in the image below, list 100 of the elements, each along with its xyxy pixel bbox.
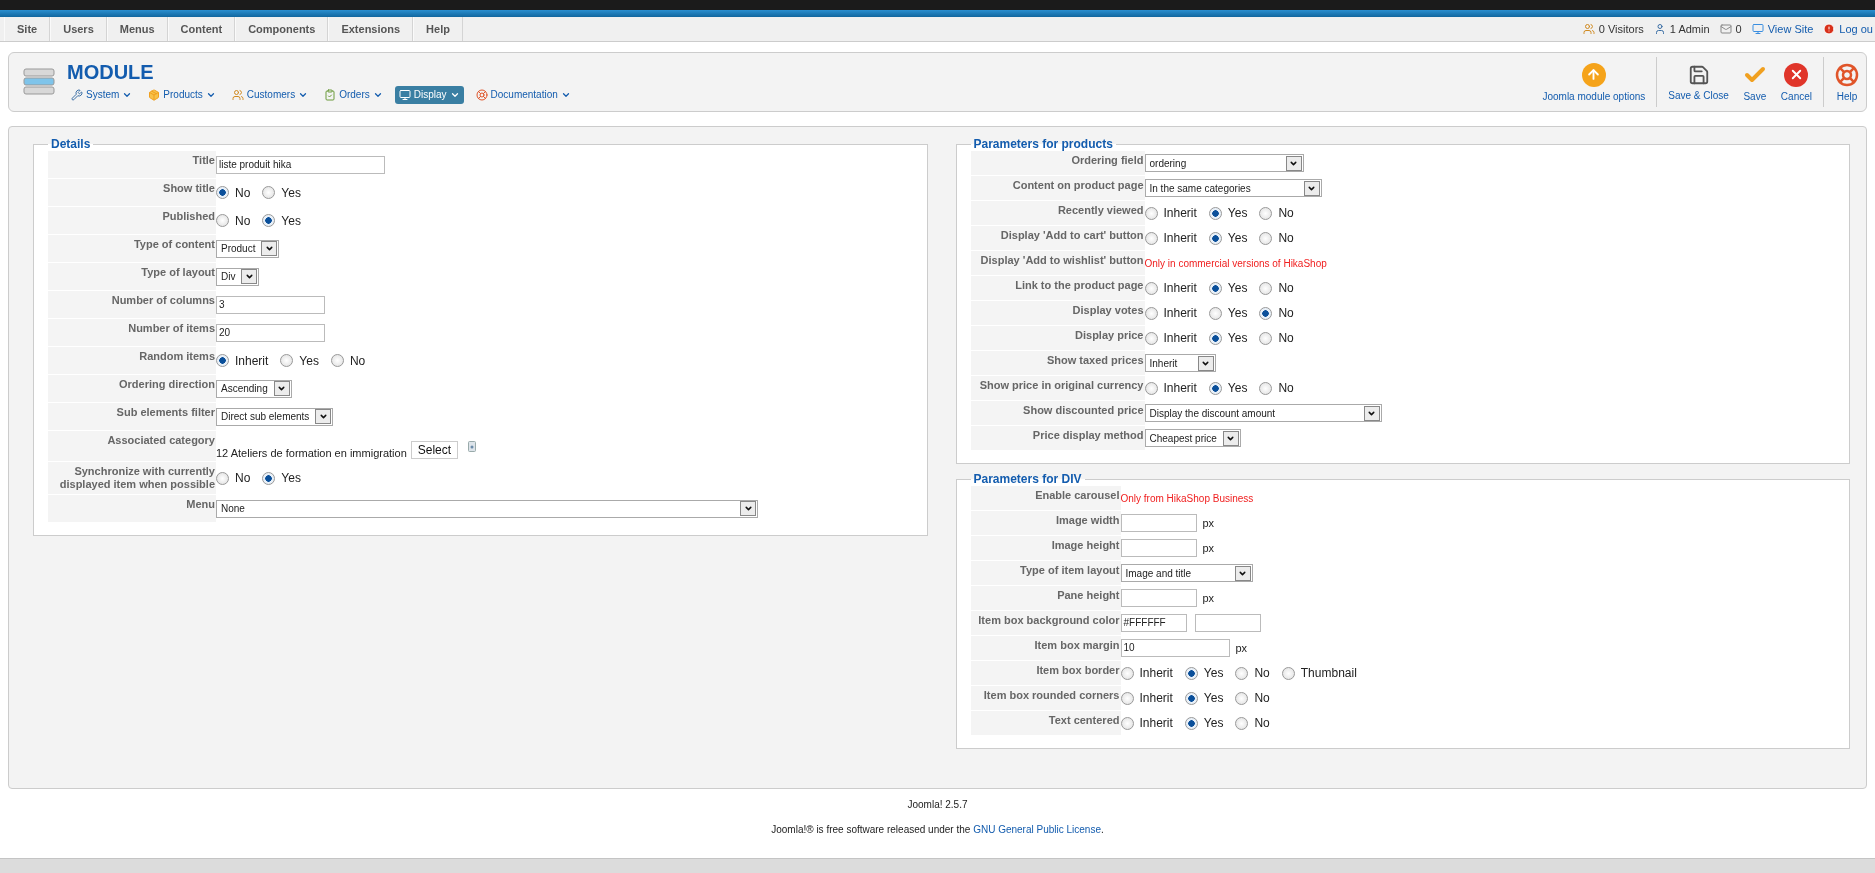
radio-button[interactable] xyxy=(1259,206,1273,220)
submenu-item[interactable]: Display xyxy=(394,85,464,104)
users-icon xyxy=(231,88,244,101)
radio-button[interactable] xyxy=(1208,306,1222,320)
page-title: MODULE xyxy=(67,60,155,84)
radio-button[interactable] xyxy=(330,354,344,367)
radio-label: Inherit xyxy=(1139,716,1173,730)
status-text: 0 Visitors xyxy=(1598,23,1644,35)
radio-button[interactable] xyxy=(1184,666,1198,680)
field-label: Display price xyxy=(970,326,1145,350)
radio-button[interactable] xyxy=(1259,281,1273,295)
toolbar-button[interactable]: Joomla module options xyxy=(1535,57,1653,107)
radio-button[interactable] xyxy=(1235,716,1249,730)
radio-label: No xyxy=(1278,206,1294,220)
select-field[interactable]: Direct sub elements xyxy=(216,407,334,426)
radio-label: Yes xyxy=(1227,206,1248,220)
radio-button[interactable] xyxy=(216,214,229,227)
radio-label: No xyxy=(1278,331,1294,345)
text-field[interactable]: #FFFFFF xyxy=(1120,614,1187,632)
menu-item[interactable]: Menus xyxy=(106,17,168,41)
select-field[interactable]: Image and title xyxy=(1120,564,1253,582)
module-icon xyxy=(23,66,55,98)
radio-label: Yes xyxy=(1227,281,1248,295)
submenu-item[interactable]: Documentation xyxy=(471,85,575,104)
submenu-item[interactable]: Orders xyxy=(320,85,387,104)
radio-button[interactable] xyxy=(216,471,229,485)
select-field[interactable]: Product xyxy=(216,239,280,258)
toolbar-button[interactable]: Save & Close xyxy=(1661,57,1736,107)
select-field[interactable]: Ascending xyxy=(216,379,292,398)
toolbar-button[interactable]: Cancel xyxy=(1773,57,1819,107)
text-field[interactable] xyxy=(1120,514,1197,532)
menu-item[interactable]: Site xyxy=(4,17,51,41)
text-field[interactable]: 3 xyxy=(216,295,325,314)
field-label: Type of layout xyxy=(48,263,216,290)
select-field[interactable]: Inherit xyxy=(1144,354,1216,372)
radio-label: No xyxy=(1254,666,1270,680)
radio-button[interactable] xyxy=(1235,691,1249,705)
color-field[interactable] xyxy=(1194,614,1261,632)
radio-button[interactable] xyxy=(262,186,276,199)
radio-button[interactable] xyxy=(262,471,276,485)
select-field[interactable]: In the same categories xyxy=(1144,179,1322,197)
radio-button[interactable] xyxy=(1184,691,1198,705)
toolbar-button[interactable]: Save xyxy=(1735,57,1774,107)
radio-label: Yes xyxy=(1203,666,1224,680)
radio-button[interactable] xyxy=(1184,716,1198,730)
license-link[interactable]: GNU General Public License xyxy=(973,824,1101,835)
radio-label: Yes xyxy=(1227,306,1248,320)
menu-item[interactable]: Content xyxy=(167,17,236,41)
text-field[interactable]: 20 xyxy=(216,323,325,342)
radio-button[interactable] xyxy=(1208,231,1222,245)
radio-button[interactable] xyxy=(216,354,229,367)
lifebuoy-icon xyxy=(475,88,488,101)
menu-item[interactable]: Users xyxy=(50,17,107,41)
field-label: Display votes xyxy=(970,301,1145,325)
radio-button[interactable] xyxy=(216,186,229,199)
select-field[interactable]: Display the discount amount xyxy=(1144,404,1382,422)
select-button[interactable]: Select xyxy=(410,441,459,459)
field-label: Display 'Add to wishlist' button xyxy=(970,251,1145,275)
select-field[interactable]: None xyxy=(216,499,758,518)
radio-button[interactable] xyxy=(1208,381,1222,395)
field-label: Enable carousel xyxy=(970,486,1121,510)
radio-label: Yes xyxy=(1227,331,1248,345)
menu-item[interactable]: Components xyxy=(235,17,329,41)
field-label: Ordering direction xyxy=(48,375,216,402)
submenu-item[interactable]: Products xyxy=(144,85,220,104)
radio-label: Inherit xyxy=(235,353,269,368)
user-icon xyxy=(1653,23,1666,35)
radio-button[interactable] xyxy=(1208,206,1222,220)
radio-button[interactable] xyxy=(280,354,294,367)
radio-label: No xyxy=(235,185,251,200)
field-label: Ordering field xyxy=(970,151,1145,175)
radio-button[interactable] xyxy=(1259,231,1273,245)
menu-item[interactable]: Extensions xyxy=(328,17,414,41)
text-field[interactable]: liste produit hika xyxy=(216,155,385,174)
caret-icon xyxy=(264,244,274,253)
status-link[interactable]: View Site xyxy=(1767,23,1814,35)
submenu-item[interactable]: System xyxy=(67,85,137,104)
menu-item[interactable]: Help xyxy=(413,17,463,41)
select-field[interactable]: ordering xyxy=(1144,154,1304,172)
monitor-icon xyxy=(398,88,411,101)
radio-button[interactable] xyxy=(1208,331,1222,345)
radio-button[interactable] xyxy=(1259,331,1273,345)
status-link[interactable]: Log ou xyxy=(1839,23,1873,35)
text-field[interactable] xyxy=(1120,539,1197,557)
radio-button[interactable] xyxy=(1259,381,1273,395)
radio-button[interactable] xyxy=(1259,306,1273,320)
select-field[interactable]: Div xyxy=(216,267,260,286)
toolbar-button[interactable]: Help xyxy=(1828,57,1866,107)
trash-icon[interactable] xyxy=(468,441,477,452)
caret-icon xyxy=(277,384,287,393)
radio-label: Inherit xyxy=(1163,281,1197,295)
radio-button[interactable] xyxy=(1281,666,1295,680)
text-field[interactable]: 10 xyxy=(1120,639,1230,657)
submenu-item[interactable]: Customers xyxy=(227,85,313,104)
radio-label: No xyxy=(1278,306,1294,320)
select-field[interactable]: Cheapest price xyxy=(1144,429,1241,447)
text-field[interactable] xyxy=(1120,589,1197,607)
radio-button[interactable] xyxy=(262,214,276,227)
radio-button[interactable] xyxy=(1235,666,1249,680)
radio-button[interactable] xyxy=(1208,281,1222,295)
